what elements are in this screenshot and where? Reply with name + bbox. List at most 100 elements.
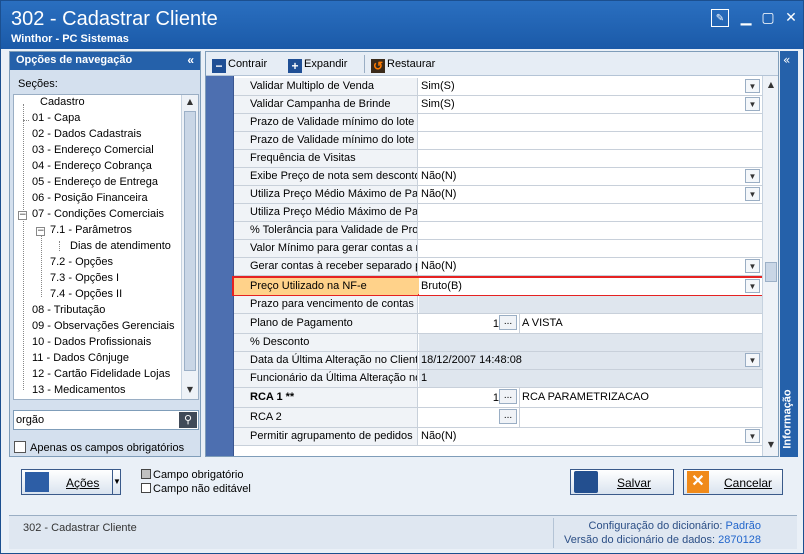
row-value[interactable]: Não(N) ▼: [419, 168, 762, 185]
tree-item-7-3[interactable]: 7.3 - Opções I: [50, 272, 119, 288]
row-value[interactable]: [419, 334, 762, 351]
row-label: Plano de Pagamento: [234, 314, 418, 333]
scroll-thumb[interactable]: [765, 262, 777, 282]
dropdown-arrow-icon[interactable]: ▼: [745, 79, 760, 93]
scroll-down-icon[interactable]: ▼: [184, 385, 196, 397]
row-value[interactable]: Não(N) ▼: [419, 258, 762, 275]
dropdown-arrow-icon[interactable]: ▼: [745, 279, 760, 293]
actions-button[interactable]: Ações ▼: [21, 469, 121, 495]
row-value[interactable]: Não(N) ▼: [419, 428, 762, 445]
tree-item-12[interactable]: 12 - Cartão Fidelidade Lojas: [32, 368, 170, 384]
tree-item-11[interactable]: 11 - Dados Cônjuge: [32, 352, 129, 368]
row-value[interactable]: 1: [419, 370, 762, 387]
row-label: RCA 1 **: [234, 388, 418, 407]
row-label: Validar Multiplo de Venda: [234, 78, 418, 95]
only-required-checkbox[interactable]: Apenas os campos obrigatórios: [14, 441, 184, 454]
row-value[interactable]: 1 ... RCA PARAMETRIZACAO: [419, 388, 762, 407]
grid-row: Utiliza Preço Médio Máximo de Pag Não(N)…: [234, 186, 762, 204]
tree-item-06[interactable]: 06 - Posição Financeira: [32, 192, 148, 208]
collapse-node-icon[interactable]: −: [36, 227, 45, 236]
row-value[interactable]: 1 ... A VISTA: [419, 314, 762, 333]
navigation-panel: Opções de navegação « Seções: Cadastro 0…: [9, 51, 201, 457]
only-required-label: Apenas os campos obrigatórios: [30, 442, 185, 454]
row-value[interactable]: [419, 204, 762, 221]
restore-button[interactable]: ↺ Restaurar: [371, 56, 435, 73]
ellipsis-button[interactable]: ...: [499, 389, 517, 404]
row-value[interactable]: [419, 240, 762, 257]
close-button[interactable]: ✕: [782, 9, 800, 27]
edit-icon[interactable]: ✎: [711, 9, 729, 27]
tree-item-04[interactable]: 04 - Endereço Cobrança: [32, 160, 152, 176]
tree-scrollbar[interactable]: ▲ ▼: [181, 95, 198, 399]
tree-item-7-4[interactable]: 7.4 - Opções II: [50, 288, 122, 304]
ellipsis-button[interactable]: ...: [499, 315, 517, 330]
value-text: Não(N): [421, 430, 457, 442]
tree-item-03[interactable]: 03 - Endereço Comercial: [32, 144, 154, 160]
tree-item-02[interactable]: 02 - Dados Cadastrais: [32, 128, 141, 144]
maximize-button[interactable]: ▢: [759, 9, 777, 27]
chevron-down-icon[interactable]: ▼: [112, 470, 121, 494]
dict-config-value: Padrão: [725, 520, 761, 532]
row-value[interactable]: ...: [419, 408, 762, 427]
tree-item-7-2[interactable]: 7.2 - Opções: [50, 256, 113, 272]
scroll-down-icon[interactable]: ▼: [765, 440, 777, 452]
row-label: Prazo de Validade mínimo do lote /: [234, 132, 418, 149]
tree-item-7-1[interactable]: 7.1 - Parâmetros: [50, 224, 132, 240]
actions-label: Ações: [66, 476, 100, 490]
description-value: RCA PARAMETRIZACAO: [519, 388, 762, 407]
dropdown-arrow-icon[interactable]: ▼: [745, 353, 760, 367]
tree-item-05[interactable]: 05 - Endereço de Entrega: [32, 176, 158, 192]
dict-version-label: Versão do dicionário de dados:: [564, 534, 716, 546]
grid-row-selected: Preço Utilizado na NF-e Bruto(B) ▼: [232, 276, 762, 296]
row-value[interactable]: [419, 150, 762, 167]
checkbox-box[interactable]: [14, 441, 26, 453]
value-text: Sim(S): [421, 80, 455, 92]
scroll-up-icon[interactable]: ▲: [184, 97, 196, 109]
tree-item-10[interactable]: 10 - Dados Profissionais: [32, 336, 151, 352]
tree-line: [23, 104, 24, 390]
row-value[interactable]: [419, 296, 762, 313]
row-label: Funcionário da Última Alteração no: [234, 370, 418, 387]
save-button[interactable]: Salvar: [570, 469, 674, 495]
tree-item-13[interactable]: 13 - Medicamentos: [32, 384, 126, 399]
minimize-button[interactable]: ▁: [737, 9, 755, 27]
row-value[interactable]: [419, 222, 762, 239]
scroll-up-icon[interactable]: ▲: [765, 80, 777, 92]
grid-scrollbar[interactable]: ▲ ▼: [762, 76, 778, 456]
ellipsis-button[interactable]: ...: [499, 409, 517, 424]
tree-item-cadastro[interactable]: Cadastro: [40, 96, 85, 112]
dropdown-arrow-icon[interactable]: ▼: [745, 169, 760, 183]
tree-item-07[interactable]: 07 - Condições Comerciais: [32, 208, 164, 224]
dropdown-arrow-icon[interactable]: ▼: [745, 187, 760, 201]
gray-square-icon: [141, 469, 151, 479]
tree-item-09[interactable]: 09 - Observações Gerenciais: [32, 320, 174, 336]
dropdown-arrow-icon[interactable]: ▼: [745, 259, 760, 273]
dict-version: Versão do dicionário de dados: 2870128: [564, 534, 761, 546]
row-value[interactable]: Bruto(B) ▼: [419, 278, 762, 295]
cancel-button[interactable]: ✕ Cancelar: [683, 469, 783, 495]
dropdown-arrow-icon[interactable]: ▼: [745, 429, 760, 443]
search-input[interactable]: [14, 411, 174, 429]
row-value[interactable]: Sim(S) ▼: [419, 78, 762, 95]
search-icon[interactable]: ⚲: [179, 412, 197, 428]
dropdown-arrow-icon[interactable]: ▼: [745, 97, 760, 111]
collapse-left-icon[interactable]: «: [187, 53, 194, 67]
tree-item-dias-atendimento[interactable]: Dias de atendimento: [70, 240, 171, 256]
row-value[interactable]: [419, 114, 762, 131]
expand-right-icon[interactable]: «: [783, 53, 790, 67]
row-label: Prazo de Validade mínimo do lote /: [234, 114, 418, 131]
scroll-thumb[interactable]: [184, 111, 196, 371]
collapse-node-icon[interactable]: −: [18, 211, 27, 220]
row-value[interactable]: [419, 132, 762, 149]
parameters-panel: − Contrair + Expandir ↺ Restaurar Validar M…: [205, 51, 779, 457]
row-value[interactable]: Sim(S) ▼: [419, 96, 762, 113]
row-value[interactable]: 18/12/2007 14:48:08 ▼: [419, 352, 762, 369]
collapse-button[interactable]: − Contrair: [212, 56, 267, 73]
grid-row: RCA 1 ** 1 ... RCA PARAMETRIZACAO: [234, 388, 762, 408]
row-value[interactable]: Não(N) ▼: [419, 186, 762, 203]
tree-item-01[interactable]: 01 - Capa: [32, 112, 80, 128]
row-label: Preço Utilizado na NF-e: [234, 278, 418, 295]
info-tab[interactable]: « Informação: [780, 51, 798, 457]
tree-item-08[interactable]: 08 - Tributação: [32, 304, 105, 320]
expand-button[interactable]: + Expandir: [288, 56, 347, 73]
